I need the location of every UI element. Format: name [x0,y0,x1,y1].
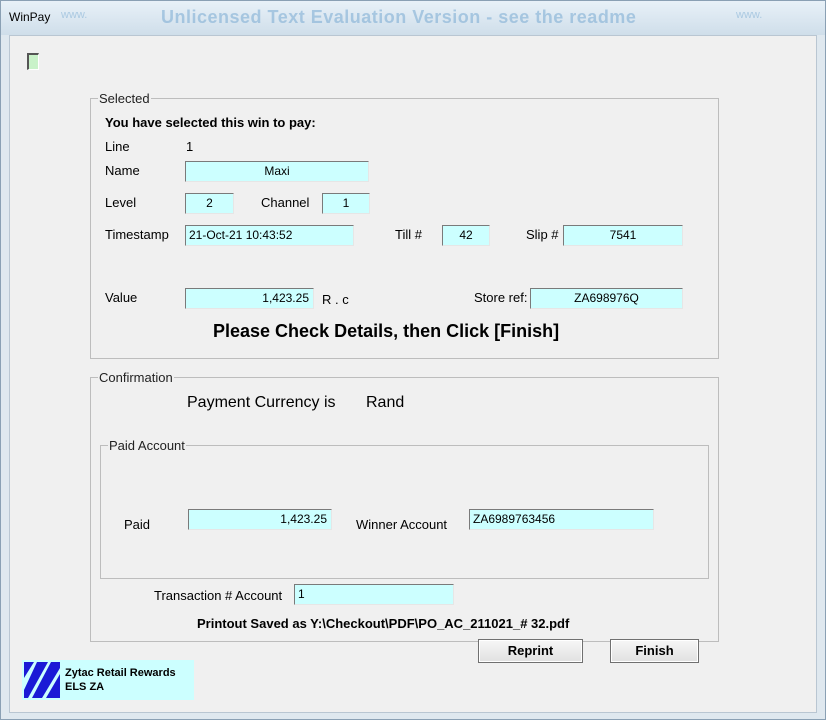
zytac-logo: Zytac Retail Rewards ELS ZA [22,660,194,700]
timestamp-label: Timestamp [105,227,169,242]
logo-text-company: Zytac Retail Rewards [65,667,176,679]
instruction-text: Please Check Details, then Click [Finish… [213,321,560,341]
watermark-left: www. [61,9,88,21]
transaction-account-label: Transaction # Account [154,588,283,603]
till-field[interactable]: 42 [442,225,490,246]
status-indicator[interactable] [27,53,39,70]
level-field[interactable]: 2 [185,193,234,214]
confirmation-legend: Confirmation [98,370,174,385]
winner-account-field[interactable]: ZA6989763456 [469,509,654,530]
transaction-account-field[interactable]: 1 [294,584,454,605]
finish-button[interactable]: Finish [610,639,699,663]
evaluation-watermark: Unlicensed Text Evaluation Version - see… [161,7,637,27]
slip-label: Slip # [526,227,559,242]
value-label: Value [105,290,138,305]
logo-text-region: ELS ZA [65,681,105,693]
paid-field[interactable]: 1,423.25 [188,509,332,530]
currency-suffix: R . c [322,292,349,307]
reprint-button[interactable]: Reprint [478,639,583,663]
selected-legend: Selected [98,91,151,106]
till-label: Till # [395,227,422,242]
level-label: Level [105,195,137,210]
watermark-right: www. [736,9,763,21]
zytac-logo-icon [24,662,60,698]
channel-label: Channel [261,195,310,210]
timestamp-field[interactable]: 21-Oct-21 10:43:52 [185,225,354,246]
window-title: WinPay [9,10,51,24]
value-field[interactable]: 1,423.25 [185,288,314,309]
channel-field[interactable]: 1 [322,193,370,214]
line-label: Line [105,139,130,154]
store-ref-field[interactable]: ZA698976Q [530,288,683,309]
paid-label: Paid [124,517,151,532]
name-field[interactable]: Maxi [185,161,369,182]
payment-currency-label: Payment Currency is [187,394,336,411]
title-bar[interactable]: WinPay www. Unlicensed Text Evaluation V… [1,1,825,35]
name-label: Name [105,163,140,178]
line-value: 1 [186,139,194,154]
paid-account-legend: Paid Account [108,438,186,453]
slip-field[interactable]: 7541 [563,225,683,246]
store-ref-label: Store ref: [474,290,528,305]
payment-currency-value: Rand [366,394,405,411]
printout-saved-text: Printout Saved as Y:\Checkout\PDF\PO_AC_… [197,616,570,631]
winner-account-label: Winner Account [356,517,448,532]
client-area: Selected You have selected this win to p… [9,35,817,713]
winpay-window: WinPay www. Unlicensed Text Evaluation V… [0,0,826,720]
selected-heading: You have selected this win to pay: [105,115,316,130]
